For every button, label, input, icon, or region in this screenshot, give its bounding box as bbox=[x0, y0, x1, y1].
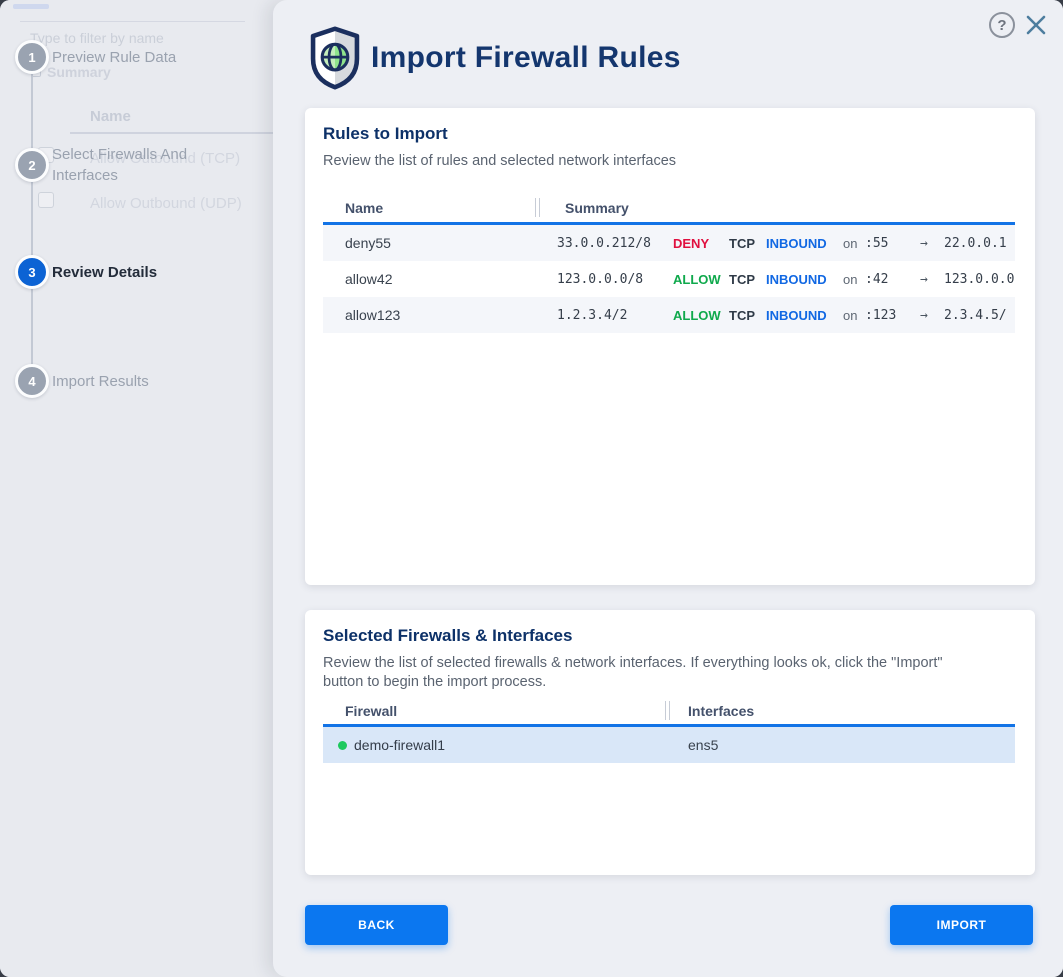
rule-protocol: TCP bbox=[729, 272, 766, 287]
step-label-preview-rule-data[interactable]: Preview Rule Data bbox=[52, 47, 232, 68]
rule-action-badge: DENY bbox=[673, 236, 729, 251]
firewalls-card-subtitle-line2: button to begin the import process. bbox=[323, 673, 546, 692]
rule-name: allow42 bbox=[323, 271, 538, 287]
main-panel: Import Firewall Rules ? Rules to Import … bbox=[273, 0, 1063, 977]
step-label-review-details[interactable]: Review Details bbox=[52, 262, 232, 283]
ghost-divider-line bbox=[70, 132, 273, 134]
wizard-sidebar: Type to filter by name Summary Name Allo… bbox=[0, 0, 273, 977]
firewalls-card: Selected Firewalls & Interfaces Review t… bbox=[305, 610, 1035, 875]
table-row-deny55: deny55 33.0.0.212/8 DENY TCP INBOUND on … bbox=[323, 225, 1015, 261]
arrow-right-icon: → bbox=[920, 308, 944, 323]
rule-on-label: on bbox=[843, 308, 865, 323]
status-dot-icon bbox=[338, 741, 347, 750]
step-number-3: 3 bbox=[28, 265, 35, 280]
rule-action-badge: ALLOW bbox=[673, 308, 729, 323]
interface-name: ens5 bbox=[668, 737, 718, 753]
help-icon: ? bbox=[997, 17, 1006, 34]
step-circle-4[interactable]: 4 bbox=[15, 364, 49, 398]
rule-source: 33.0.0.212/8 bbox=[557, 236, 673, 251]
rule-direction: INBOUND bbox=[766, 236, 843, 251]
rule-on-label: on bbox=[843, 236, 865, 251]
rule-protocol: TCP bbox=[729, 308, 766, 323]
firewall-name: demo-firewall1 bbox=[354, 737, 445, 753]
firewall-cell: demo-firewall1 bbox=[323, 737, 668, 753]
rule-direction: INBOUND bbox=[766, 272, 843, 287]
rule-source: 123.0.0.0/8 bbox=[557, 272, 673, 287]
step-circle-1[interactable]: 1 bbox=[15, 40, 49, 74]
rule-destination: 22.0.0.1 bbox=[944, 236, 1007, 251]
rule-action-badge: ALLOW bbox=[673, 272, 729, 287]
stepper-connector-line bbox=[31, 57, 33, 381]
ghost-checkbox-2 bbox=[38, 192, 54, 208]
rule-summary: 33.0.0.212/8 DENY TCP INBOUND on :55 → 2… bbox=[538, 236, 1007, 251]
rules-card-subtitle: Review the list of rules and selected ne… bbox=[323, 152, 676, 171]
rule-direction: INBOUND bbox=[766, 308, 843, 323]
step-circle-2[interactable]: 2 bbox=[15, 148, 49, 182]
rule-source: 1.2.3.4/2 bbox=[557, 308, 673, 323]
rule-port: :42 bbox=[865, 272, 920, 287]
ghost-search-placeholder: Type to filter by name bbox=[30, 30, 164, 46]
rule-protocol: TCP bbox=[729, 236, 766, 251]
rules-card: Rules to Import Review the list of rules… bbox=[305, 108, 1035, 585]
firewalls-card-subtitle-line1: Review the list of selected firewalls & … bbox=[323, 654, 943, 673]
ghost-row-allow-udp: Allow Outbound (UDP) bbox=[90, 195, 242, 212]
step-number-4: 4 bbox=[28, 374, 35, 389]
step-circle-3[interactable]: 3 bbox=[15, 255, 49, 289]
step-number-1: 1 bbox=[28, 50, 35, 65]
step-label-import-results[interactable]: Import Results bbox=[52, 371, 232, 392]
step-label-select-firewalls[interactable]: Select Firewalls And Interfaces bbox=[52, 144, 227, 186]
table-row-allow123: allow123 1.2.3.4/2 ALLOW TCP INBOUND on … bbox=[323, 297, 1015, 333]
rule-port: :55 bbox=[865, 236, 920, 251]
rules-table: Name Summary deny55 33.0.0.212/8 DENY TC… bbox=[323, 195, 1015, 333]
rule-on-label: on bbox=[843, 272, 865, 287]
ghost-name-header: Name bbox=[90, 108, 131, 125]
import-wizard-modal: Type to filter by name Summary Name Allo… bbox=[0, 0, 1063, 977]
table-row-allow42: allow42 123.0.0.0/8 ALLOW TCP INBOUND on… bbox=[323, 261, 1015, 297]
column-header-interfaces: Interfaces bbox=[688, 703, 754, 719]
rule-summary: 1.2.3.4/2 ALLOW TCP INBOUND on :123 → 2.… bbox=[538, 308, 1007, 323]
column-resize-handle-icon[interactable] bbox=[665, 701, 670, 720]
rule-port: :123 bbox=[865, 308, 920, 323]
arrow-right-icon: → bbox=[920, 236, 944, 251]
column-resize-handle-icon[interactable] bbox=[535, 198, 540, 217]
rules-card-title: Rules to Import bbox=[323, 124, 448, 144]
shield-globe-icon bbox=[307, 26, 363, 95]
close-button[interactable] bbox=[1024, 13, 1048, 37]
column-header-summary: Summary bbox=[565, 200, 629, 216]
column-header-firewall: Firewall bbox=[345, 703, 397, 719]
page-title: Import Firewall Rules bbox=[371, 41, 681, 75]
back-button[interactable]: BACK bbox=[305, 905, 448, 945]
page-background: Type to filter by name Summary Name Allo… bbox=[0, 0, 1063, 977]
ghost-topbar bbox=[13, 4, 49, 9]
close-icon bbox=[1024, 13, 1048, 37]
firewalls-table: Firewall Interfaces demo-firewall1 ens5 bbox=[323, 699, 1015, 763]
help-button[interactable]: ? bbox=[989, 12, 1015, 38]
import-button[interactable]: IMPORT bbox=[890, 905, 1033, 945]
firewalls-table-header: Firewall Interfaces bbox=[323, 699, 1015, 727]
rules-table-header: Name Summary bbox=[323, 195, 1015, 225]
column-header-name: Name bbox=[345, 200, 383, 216]
firewall-row-demo-firewall1[interactable]: demo-firewall1 ens5 bbox=[323, 727, 1015, 763]
rule-name: allow123 bbox=[323, 307, 538, 323]
ghost-divider-line-top bbox=[20, 21, 245, 22]
rule-destination: 123.0.0.0 bbox=[944, 272, 1014, 287]
rule-summary: 123.0.0.0/8 ALLOW TCP INBOUND on :42 → 1… bbox=[538, 272, 1014, 287]
firewalls-card-title: Selected Firewalls & Interfaces bbox=[323, 626, 572, 646]
step-number-2: 2 bbox=[28, 158, 35, 173]
arrow-right-icon: → bbox=[920, 272, 944, 287]
rule-destination: 2.3.4.5/ bbox=[944, 308, 1007, 323]
rule-name: deny55 bbox=[323, 235, 538, 251]
